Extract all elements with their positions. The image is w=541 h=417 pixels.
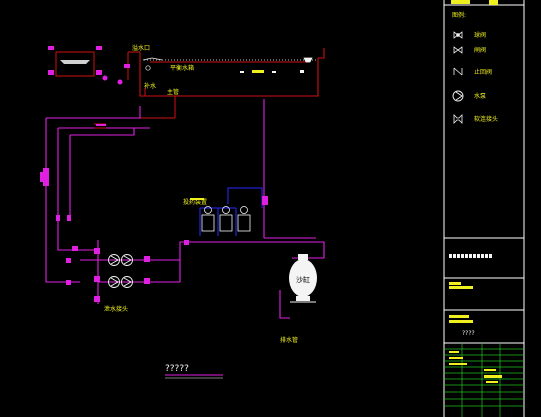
makeup-water-label: 补水 bbox=[144, 82, 156, 90]
drain-outlet-label: 泄水接头 bbox=[104, 305, 128, 313]
dosing-tag bbox=[262, 196, 268, 205]
designer-value bbox=[449, 286, 473, 289]
balance-tank-label: 平衡水箱 bbox=[170, 64, 194, 72]
gate-valve-icon bbox=[453, 46, 463, 54]
legend-label-4: 软连接头 bbox=[474, 115, 498, 123]
legend-label-2: 止回阀 bbox=[474, 68, 492, 76]
check-valve-icon bbox=[453, 67, 463, 76]
overflow-port-label: 溢水口 bbox=[132, 44, 150, 52]
ball-valve-icon bbox=[453, 31, 463, 39]
legend-label-0: 球阀 bbox=[474, 31, 486, 39]
pool-piping-diagram: 图例: 球阀 闸阀 止回阀 水泵 软连接头 ???? 沙缸 溢水口 平衡水箱 补… bbox=[40, 0, 525, 417]
flexible-joint-icon bbox=[453, 114, 463, 124]
revision-table bbox=[444, 343, 524, 417]
diagram-title: ????? bbox=[165, 364, 189, 374]
header-mark-2 bbox=[489, 0, 498, 5]
pool-water-line bbox=[142, 57, 316, 63]
drawing-frame bbox=[443, 0, 525, 417]
legend-label-3: 水泵 bbox=[474, 92, 486, 100]
blurred-note: ???? bbox=[462, 330, 475, 337]
dosing-system bbox=[199, 187, 268, 236]
sewage-label: 排水管 bbox=[280, 336, 298, 344]
sand-filter: 沙缸 bbox=[289, 254, 317, 303]
pump-icon bbox=[452, 90, 464, 102]
drawing-name-field bbox=[449, 315, 469, 318]
legend-title: 图例: bbox=[452, 11, 466, 19]
drawing-name-value bbox=[449, 320, 473, 323]
designer-field bbox=[449, 282, 461, 285]
dosing-tanks bbox=[201, 206, 251, 232]
circulation-pipe bbox=[45, 99, 325, 319]
header-mark bbox=[451, 0, 470, 4]
balance-tank bbox=[48, 46, 102, 77]
filter-label: 沙缸 bbox=[296, 275, 310, 284]
legend: 图例: 球阀 闸阀 止回阀 水泵 软连接头 bbox=[452, 11, 498, 124]
pool-fittings bbox=[102, 64, 304, 85]
project-note-scribble bbox=[449, 254, 492, 258]
main-pipe-label: 主管 bbox=[167, 88, 179, 96]
legend-label-1: 闸阀 bbox=[474, 46, 486, 54]
